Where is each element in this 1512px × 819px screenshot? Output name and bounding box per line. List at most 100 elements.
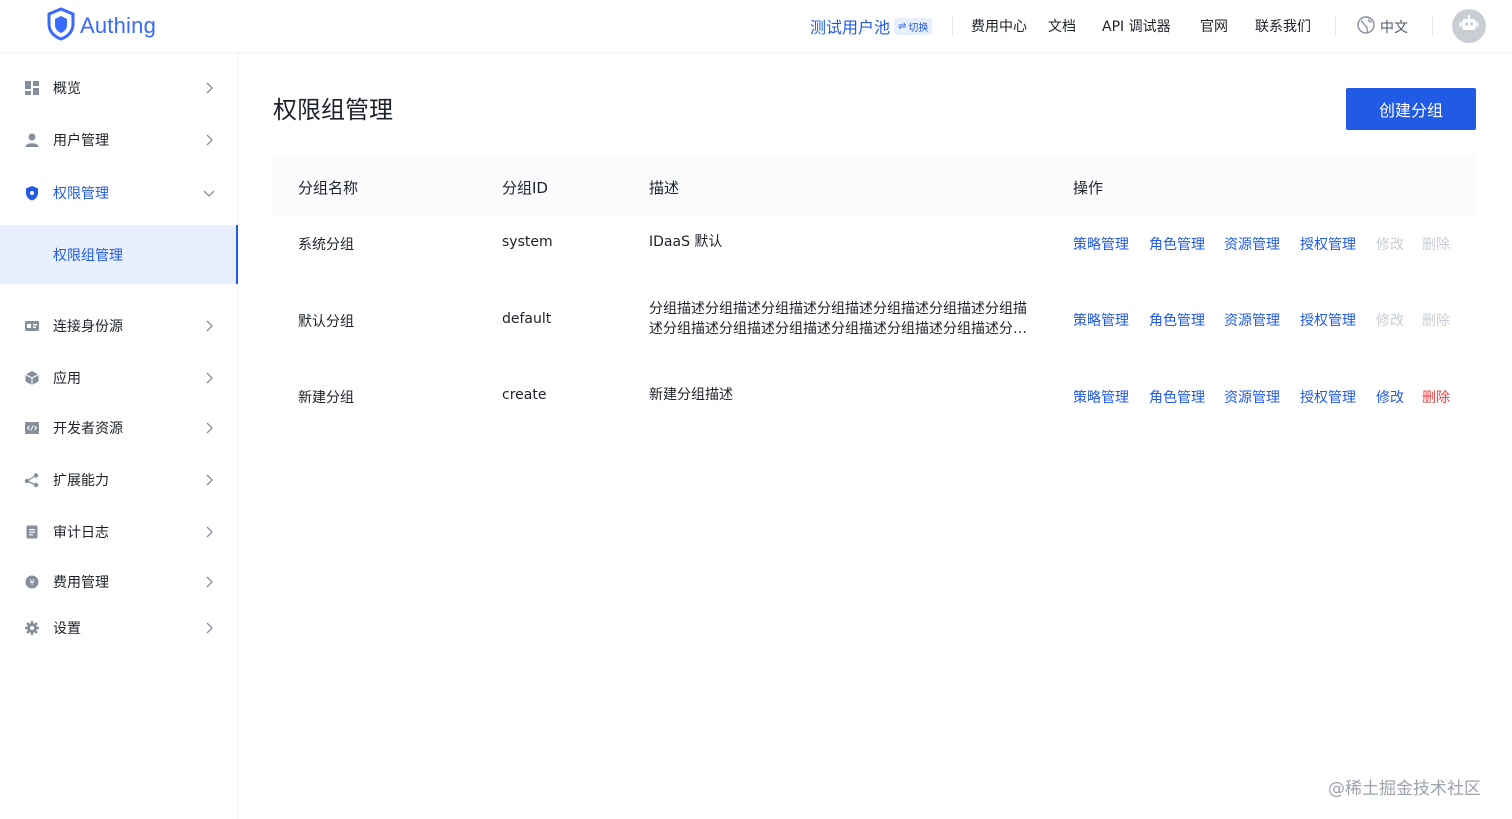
sidebar-item-extensions[interactable]: 扩展能力	[0, 460, 238, 500]
group-id: system	[502, 234, 553, 250]
user-pool-name: 测试用户池	[810, 18, 891, 37]
column-header-name: 分组名称	[298, 179, 359, 197]
sidebar: 概览 用户管理 权限管理 权限组管理 连接身份源 应用 开发者资源 扩展能力 审…	[0, 52, 238, 819]
group-description: 新建分组描述	[649, 387, 733, 403]
logo-text: Authing	[80, 13, 157, 38]
sidebar-item-label: 应用	[53, 371, 81, 387]
coin-icon: ¥	[24, 574, 40, 590]
robot-icon	[1458, 13, 1480, 39]
sidebar-item-label: 用户管理	[53, 133, 109, 149]
sidebar-item-user-management[interactable]: 用户管理	[0, 120, 238, 160]
nav-billing-center[interactable]: 费用中心	[971, 16, 1027, 36]
table-row: 系统分组 system IDaaS 默认 策略管理 角色管理 资源管理 授权管理…	[272, 216, 1476, 269]
chevron-right-icon	[203, 82, 215, 94]
gear-icon	[24, 620, 40, 636]
sidebar-item-billing[interactable]: ¥ 费用管理	[0, 562, 238, 602]
chevron-right-icon	[203, 576, 215, 588]
sidebar-item-label: 开发者资源	[53, 421, 123, 437]
header-divider	[952, 16, 953, 36]
delete-link[interactable]: 删除	[1422, 387, 1450, 407]
avatar[interactable]	[1452, 9, 1486, 43]
nav-official-site[interactable]: 官网	[1200, 16, 1228, 36]
sidebar-item-label: 审计日志	[53, 525, 109, 541]
table-row: 默认分组 default 分组描述分组描述分组描述分组描述分组描述分组描述分组描…	[272, 286, 1476, 348]
group-description: 分组描述分组描述分组描述分组描述分组描述分组描述分组描述分组描述分组描述分组描述…	[649, 301, 1027, 337]
sidebar-subitem-label: 权限组管理	[53, 247, 123, 264]
chevron-right-icon	[203, 320, 215, 332]
code-icon	[24, 420, 40, 436]
policy-management-link[interactable]: 策略管理	[1073, 234, 1129, 254]
edit-link-disabled: 修改	[1376, 237, 1404, 253]
group-id: create	[502, 387, 547, 403]
sidebar-item-overview[interactable]: 概览	[0, 68, 238, 108]
page-title: 权限组管理	[273, 96, 393, 124]
role-management-link[interactable]: 角色管理	[1149, 234, 1205, 254]
edit-link[interactable]: 修改	[1376, 387, 1404, 407]
authorization-management-link[interactable]: 授权管理	[1300, 387, 1356, 407]
group-description: IDaaS 默认	[649, 234, 723, 250]
role-management-link[interactable]: 角色管理	[1149, 310, 1205, 330]
header-divider	[1335, 16, 1336, 36]
policy-management-link[interactable]: 策略管理	[1073, 310, 1129, 330]
share-icon	[24, 472, 40, 488]
group-name: 新建分组	[298, 390, 354, 406]
sidebar-item-developer-resources[interactable]: 开发者资源	[0, 408, 238, 448]
chevron-right-icon	[203, 372, 215, 384]
nav-api-debugger[interactable]: API 调试器	[1102, 16, 1171, 36]
sidebar-item-applications[interactable]: 应用	[0, 358, 238, 398]
column-header-actions: 操作	[1073, 179, 1104, 197]
group-id: default	[502, 311, 552, 327]
swap-icon: ⇌	[898, 20, 907, 32]
dashboard-icon	[24, 80, 40, 96]
chevron-right-icon	[203, 526, 215, 538]
chevron-right-icon	[203, 422, 215, 434]
authing-logo-icon	[46, 7, 76, 45]
chevron-right-icon	[203, 622, 215, 634]
group-name: 系统分组	[298, 237, 354, 253]
sidebar-item-audit-logs[interactable]: 审计日志	[0, 512, 238, 552]
logo[interactable]: Authing	[46, 7, 157, 45]
sidebar-subitem-permission-groups[interactable]: 权限组管理	[0, 225, 238, 284]
sidebar-item-permission-management[interactable]: 权限管理	[0, 173, 238, 213]
sidebar-item-label: 权限管理	[53, 186, 109, 202]
shield-icon	[24, 185, 40, 201]
authorization-management-link[interactable]: 授权管理	[1300, 234, 1356, 254]
sidebar-item-identity-sources[interactable]: 连接身份源	[0, 306, 238, 346]
group-name: 默认分组	[298, 314, 354, 330]
document-icon	[24, 524, 40, 540]
language-label: 中文	[1380, 20, 1408, 36]
switch-badge[interactable]: ⇌ 切换	[894, 17, 933, 35]
policy-management-link[interactable]: 策略管理	[1073, 387, 1129, 407]
resource-management-link[interactable]: 资源管理	[1224, 234, 1280, 254]
chevron-right-icon	[203, 134, 215, 146]
nav-docs[interactable]: 文档	[1048, 16, 1076, 36]
column-header-description: 描述	[649, 179, 680, 197]
sidebar-item-settings[interactable]: 设置	[0, 608, 238, 648]
delete-link-disabled: 删除	[1422, 237, 1450, 253]
nav-contact-us[interactable]: 联系我们	[1255, 16, 1311, 36]
resource-management-link[interactable]: 资源管理	[1224, 310, 1280, 330]
sidebar-item-label: 扩展能力	[53, 473, 109, 489]
id-card-icon	[24, 318, 40, 334]
top-header: Authing 测试用户池 ⇌ 切换 费用中心 文档 API 调试器 官网 联系…	[0, 0, 1512, 52]
watermark: @稀土掘金技术社区	[1328, 779, 1481, 799]
sidebar-item-label: 连接身份源	[53, 319, 123, 335]
table-header: 分组名称 分组ID 描述 操作	[272, 156, 1476, 216]
user-icon	[24, 132, 40, 148]
switch-label: 切换	[908, 22, 929, 34]
resource-management-link[interactable]: 资源管理	[1224, 387, 1280, 407]
authorization-management-link[interactable]: 授权管理	[1300, 310, 1356, 330]
user-pool-switcher[interactable]: 测试用户池 ⇌ 切换	[810, 14, 933, 38]
sidebar-item-label: 概览	[53, 81, 81, 97]
create-group-button[interactable]: 创建分组	[1346, 88, 1476, 130]
role-management-link[interactable]: 角色管理	[1149, 387, 1205, 407]
sidebar-item-label: 费用管理	[53, 575, 109, 591]
chevron-right-icon	[203, 474, 215, 486]
column-header-id: 分组ID	[502, 179, 548, 197]
edit-link-disabled: 修改	[1376, 313, 1404, 329]
svg-text:¥: ¥	[29, 578, 34, 587]
globe-icon	[1357, 16, 1375, 38]
language-switcher[interactable]: 中文	[1357, 16, 1408, 38]
delete-link-disabled: 删除	[1422, 313, 1450, 329]
table-row: 新建分组 create 新建分组描述 策略管理 角色管理 资源管理 授权管理 修…	[272, 369, 1476, 422]
